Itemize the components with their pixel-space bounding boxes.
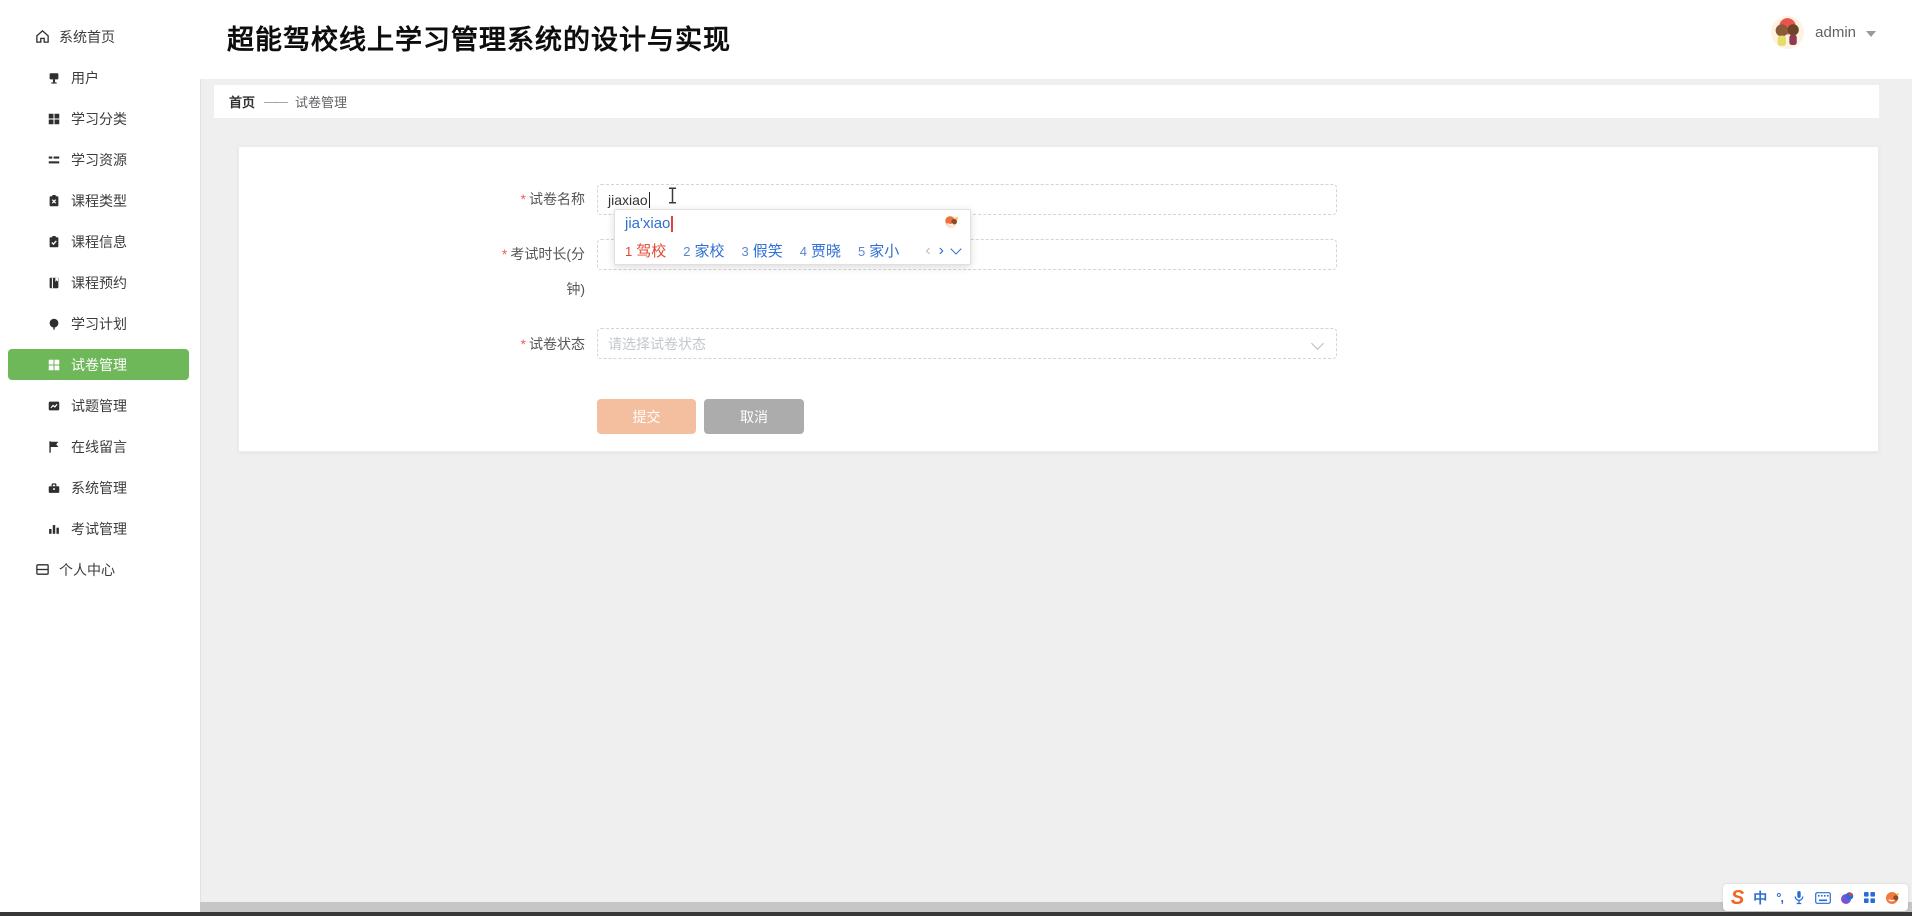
briefcase-icon (46, 480, 62, 496)
top-bar: 超能驾校线上学习管理系统的设计与实现 admin (200, 0, 1912, 79)
sidebar-item-label: 个人中心 (59, 561, 115, 578)
content-area: 首页 —— 试卷管理 * 试卷名称 jiaxiao * 考试时长(分钟) jia… (200, 79, 1912, 902)
bulb-icon (46, 316, 62, 332)
sidebar-item-label: 在线留言 (71, 438, 127, 455)
list-icon (46, 152, 62, 168)
sidebar-item-course-type[interactable]: 课程类型 (0, 180, 199, 221)
user-menu[interactable]: admin (1770, 15, 1876, 50)
home-icon (34, 29, 50, 45)
ime-caret (671, 215, 673, 232)
window-icon (34, 562, 50, 578)
submit-button[interactable]: 提交 (597, 399, 696, 434)
clipboard-check-icon (46, 234, 62, 250)
required-mark: * (520, 191, 526, 207)
sidebar-item-exam-management[interactable]: 考试管理 (0, 508, 199, 549)
paper-name-value: jiaxiao (608, 191, 648, 208)
form-card: * 试卷名称 jiaxiao * 考试时长(分钟) jia'xiao 1 驾校 … (238, 146, 1879, 452)
clipboard-x-icon (46, 193, 62, 209)
mouse-text-cursor (667, 187, 678, 209)
paper-status-select[interactable]: 请选择试卷状态 (597, 328, 1337, 359)
flag-icon (46, 439, 62, 455)
sidebar-item-label: 学习资源 (71, 151, 127, 168)
chevron-down-icon (1866, 30, 1876, 37)
sidebar-item-course-info[interactable]: 课程信息 (0, 221, 199, 262)
toolbox-grid-icon[interactable] (1863, 891, 1876, 904)
ime-next-page-icon[interactable]: › (939, 242, 944, 260)
sidebar-item-system-management[interactable]: 系统管理 (0, 467, 199, 508)
sogou-emoji-face-icon[interactable] (1885, 891, 1900, 905)
sidebar-item-label: 系统首页 (59, 28, 115, 45)
breadcrumb-separator: —— (264, 94, 288, 109)
required-mark: * (520, 336, 526, 352)
ime-popup: jia'xiao 1 驾校 2 家校 3 假笑 4 贾晓 5 家小 ‹ › (614, 209, 971, 265)
ime-expand-icon[interactable] (950, 243, 962, 255)
breadcrumb: 首页 —— 试卷管理 (214, 85, 1879, 118)
sidebar-item-personal-center[interactable]: 个人中心 (0, 549, 199, 590)
text-caret (648, 191, 650, 208)
ime-chinese-mode-button[interactable]: 中 (1753, 888, 1767, 908)
ime-toolbar: S 中 °, (1722, 884, 1908, 911)
horizontal-scrollbar[interactable] (200, 902, 1912, 912)
required-mark: * (501, 246, 508, 262)
sidebar-item-label: 课程预约 (71, 274, 127, 291)
notebook-icon (46, 275, 62, 291)
sidebar-item-label: 课程信息 (71, 233, 127, 250)
cancel-button[interactable]: 取消 (704, 399, 804, 434)
sidebar-item-label: 试题管理 (71, 397, 127, 414)
ime-candidate[interactable]: 3 假笑 (742, 240, 783, 261)
sidebar-item-question-management[interactable]: 试题管理 (0, 385, 199, 426)
taskbar-strip (0, 912, 1912, 916)
ime-composition-row: jia'xiao (615, 210, 970, 237)
sidebar-item-course-booking[interactable]: 课程预约 (0, 262, 199, 303)
field-label-paper-name: * 试卷名称 (520, 191, 585, 207)
avatar (1770, 15, 1805, 50)
paper-status-placeholder: 请选择试卷状态 (608, 335, 706, 352)
sogou-logo-icon[interactable]: S (1731, 888, 1744, 908)
sidebar-item-label: 学习计划 (71, 315, 127, 332)
ime-pagination: ‹ › (925, 242, 962, 260)
ime-candidate[interactable]: 5 家小 (858, 240, 899, 261)
username: admin (1815, 24, 1856, 41)
sidebar: 系统首页 用户 学习分类 学习资源 课程类型 课程信息 课程预约 学习计划 试卷… (0, 0, 199, 912)
sidebar-item-learning-plan[interactable]: 学习计划 (0, 303, 199, 344)
microphone-icon[interactable] (1792, 890, 1806, 905)
grid-icon (46, 357, 62, 373)
sidebar-item-users[interactable]: 用户 (0, 57, 199, 98)
sidebar-item-label: 用户 (71, 69, 99, 86)
sidebar-item-learning-category[interactable]: 学习分类 (0, 98, 199, 139)
breadcrumb-current: 试卷管理 (295, 95, 348, 110)
sidebar-item-label: 学习分类 (71, 110, 127, 127)
ime-candidate-row: 1 驾校 2 家校 3 假笑 4 贾晓 5 家小 ‹ › (615, 237, 970, 264)
keyboard-icon[interactable] (1815, 891, 1831, 904)
ime-punctuation-button[interactable]: °, (1776, 890, 1784, 905)
app-window: 系统首页 用户 学习分类 学习资源 课程类型 课程信息 课程预约 学习计划 试卷… (0, 0, 1912, 916)
ime-candidate[interactable]: 1 驾校 (625, 240, 666, 261)
grid-icon (46, 111, 62, 127)
ime-composition: jia'xiao (625, 215, 671, 232)
select-chevron-down-icon (1311, 337, 1324, 350)
ime-candidate[interactable]: 4 贾晓 (800, 240, 841, 261)
page-title: 超能驾校线上学习管理系统的设计与实现 (227, 25, 731, 55)
sidebar-item-online-message[interactable]: 在线留言 (0, 426, 199, 467)
sidebar-item-label: 课程类型 (71, 192, 127, 209)
field-label-paper-status: * 试卷状态 (520, 336, 585, 352)
sidebar-item-exam-paper-management[interactable]: 试卷管理 (8, 349, 189, 380)
sidebar-item-label: 系统管理 (71, 479, 127, 496)
skin-palette-icon[interactable] (1840, 891, 1854, 905)
sidebar-item-system-home[interactable]: 系统首页 (0, 16, 199, 57)
ime-candidate[interactable]: 2 家校 (683, 240, 724, 261)
sogou-emoji-icon[interactable] (943, 214, 960, 233)
ime-prev-page-icon[interactable]: ‹ (925, 242, 930, 260)
sidebar-item-label: 试卷管理 (71, 356, 127, 373)
sidebar-item-label: 考试管理 (71, 520, 127, 537)
breadcrumb-home[interactable]: 首页 (229, 92, 255, 111)
bar-chart-icon (46, 521, 62, 537)
chart-box-icon (46, 398, 62, 414)
field-label-exam-duration: * 考试时长(分钟) (501, 246, 585, 297)
sidebar-item-learning-resource[interactable]: 学习资源 (0, 139, 199, 180)
user-device-icon (46, 70, 62, 86)
